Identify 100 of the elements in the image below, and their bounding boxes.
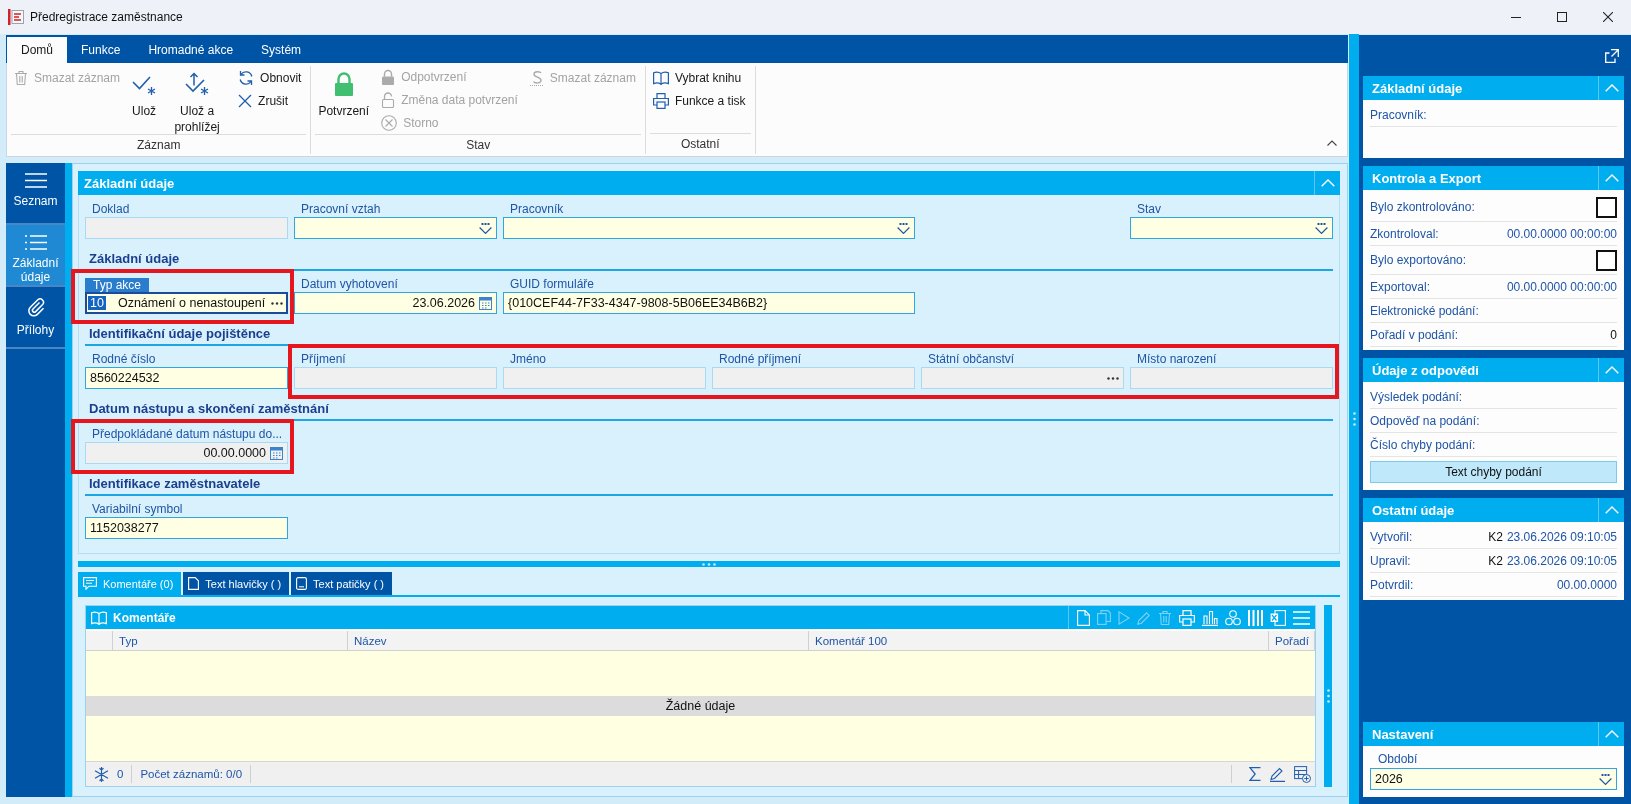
section-heading: Základní údaje xyxy=(85,249,1333,271)
dropdown-icon xyxy=(479,222,492,234)
close-icon xyxy=(1603,12,1613,22)
ellipsis-icon xyxy=(271,301,283,305)
book-icon xyxy=(91,610,107,625)
ribbon-button[interactable]: Ulož a prohlížej xyxy=(165,66,230,135)
field-label: Místo narození xyxy=(1136,352,1218,367)
field-label: Rodné příjmení xyxy=(718,352,803,367)
field-label: Číslo chyby podání: xyxy=(1370,437,1476,452)
trash-icon xyxy=(14,69,28,86)
field-label: Doklad xyxy=(91,202,131,217)
padlock-icon xyxy=(333,72,354,96)
field-label: Příjmení xyxy=(300,352,347,367)
padlock-icon xyxy=(381,69,396,86)
checkbox[interactable] xyxy=(1596,196,1617,218)
ribbon-button[interactable]: Funkce a tisk xyxy=(649,89,749,112)
printer-icon[interactable] xyxy=(1179,609,1195,626)
page-icon[interactable] xyxy=(1077,609,1090,626)
tab[interactable]: Text hlavičky ( ) xyxy=(183,572,290,595)
field-label: Bylo exportováno: xyxy=(1370,253,1467,267)
open-padlock-icon xyxy=(381,92,396,108)
ribbon-button[interactable]: Zrušit xyxy=(235,89,305,112)
ribbon-button[interactable]: Obnovit xyxy=(235,66,305,89)
ribbon-tab[interactable]: Systém xyxy=(247,37,316,63)
field-label: Zkontroloval: xyxy=(1370,226,1439,241)
ribbon-button[interactable]: Vybrat knihu xyxy=(649,66,749,89)
grid-title: Komentáře xyxy=(113,610,176,625)
column-header[interactable]: Název xyxy=(348,631,809,651)
splitter-bar[interactable] xyxy=(1324,605,1332,787)
lookup-field[interactable]: 10 Oznámení o nenastoupení xyxy=(85,292,288,314)
card-title: Nastavení xyxy=(1371,726,1434,742)
pencil-icon[interactable] xyxy=(1270,766,1285,782)
sum-icon[interactable] xyxy=(1249,767,1261,781)
splitter-bar[interactable] xyxy=(1349,34,1359,804)
window-title: Předregistrace zaměstnance xyxy=(30,10,183,24)
ribbon-tab[interactable]: Domů xyxy=(7,37,67,63)
list-icon xyxy=(24,235,47,250)
menu-icon[interactable] xyxy=(1293,610,1310,625)
column-header[interactable]: Komentář 100 xyxy=(809,631,1269,651)
checkbox[interactable] xyxy=(1596,249,1617,271)
phone-icon xyxy=(296,577,308,590)
app-logo-icon xyxy=(8,9,24,25)
dropdown-field[interactable] xyxy=(503,217,915,239)
field-value: 23.06.2026 09:10:05 xyxy=(1506,553,1617,568)
page-icon xyxy=(188,577,200,590)
field-value: 23.06.2026 09:10:05 xyxy=(1506,529,1617,544)
calendar-icon xyxy=(270,446,283,460)
column-header[interactable]: Pořadí xyxy=(1269,631,1315,651)
ribbon-tab[interactable]: Hromadné akce xyxy=(134,37,248,63)
splitter-bar[interactable] xyxy=(78,561,1340,567)
chevron-up-icon xyxy=(1327,140,1337,146)
paperclip-icon xyxy=(26,297,45,317)
field-value: 0 xyxy=(1610,327,1617,342)
field-label: Stav xyxy=(1136,202,1162,217)
nav-item[interactable]: Základní údaje xyxy=(6,225,65,287)
ribbon-button[interactable]: Ulož xyxy=(129,66,160,119)
group-label: Záznam xyxy=(11,134,307,154)
field-label: Pracovník: xyxy=(1370,107,1427,122)
field-label: Státní občanství xyxy=(927,352,1016,367)
dropdown-field[interactable] xyxy=(1130,217,1333,239)
bar-chart-icon[interactable] xyxy=(1202,609,1218,626)
field-value: 00.00.0000 xyxy=(1556,577,1617,592)
table-add-icon[interactable] xyxy=(1294,765,1311,783)
spreadsheet-icon[interactable] xyxy=(1270,609,1286,626)
card-title: Kontrola a Export xyxy=(1371,170,1482,186)
input-field[interactable]: 8560224532 xyxy=(85,367,288,389)
dropdown-icon xyxy=(897,222,910,234)
dropdown-field[interactable]: 2026 xyxy=(1370,768,1617,790)
date-field[interactable]: 23.06.2026 xyxy=(294,292,497,314)
field-label: Výsledek podání: xyxy=(1370,389,1463,404)
dropdown-field[interactable] xyxy=(294,217,497,239)
ribbon-tab[interactable]: Funkce xyxy=(67,37,135,63)
check-asterisk-icon xyxy=(132,74,157,96)
field-label: Exportoval: xyxy=(1370,279,1431,294)
external-window-icon[interactable] xyxy=(1605,48,1619,63)
empty-message: Žádné údaje xyxy=(86,696,1315,716)
field-label: Variabilní symbol xyxy=(91,502,184,517)
error-text-button[interactable]: Text chyby podání xyxy=(1370,461,1617,483)
maximize-icon xyxy=(1557,12,1567,22)
field-label: Pracovní vztah xyxy=(300,202,382,217)
section-heading: Identifikace zaměstnavatele xyxy=(85,474,1333,496)
card-title: Údaje z odpovědi xyxy=(1371,362,1479,378)
ribbon-button[interactable]: Potvrzení xyxy=(315,66,373,119)
s-underline-icon xyxy=(529,69,544,86)
book-icon xyxy=(652,70,669,85)
field-label: Období xyxy=(1377,751,1419,768)
column-header[interactable]: Typ xyxy=(113,631,348,651)
section-heading: Datum nástupu a skončení zaměstnání xyxy=(85,399,1333,421)
input-field[interactable]: {010CEF44-7F33-4347-9808-5B06EE34B6B2} xyxy=(503,292,915,314)
field-label: Datum vyhotovení xyxy=(300,277,399,292)
columns-icon[interactable] xyxy=(1248,609,1263,626)
count-value: 0 xyxy=(117,768,124,780)
arrow-check-icon xyxy=(185,72,210,96)
field-value: 00.00.0000 00:00:00 xyxy=(1506,279,1617,294)
field-label: Upravil: xyxy=(1370,553,1411,568)
input-field[interactable]: 1152038277 xyxy=(85,517,288,539)
group-label: Stav xyxy=(315,134,641,154)
cluster-icon[interactable] xyxy=(1225,609,1241,626)
snowflake-icon xyxy=(94,766,109,782)
tab[interactable]: Text patičky ( ) xyxy=(291,572,392,595)
